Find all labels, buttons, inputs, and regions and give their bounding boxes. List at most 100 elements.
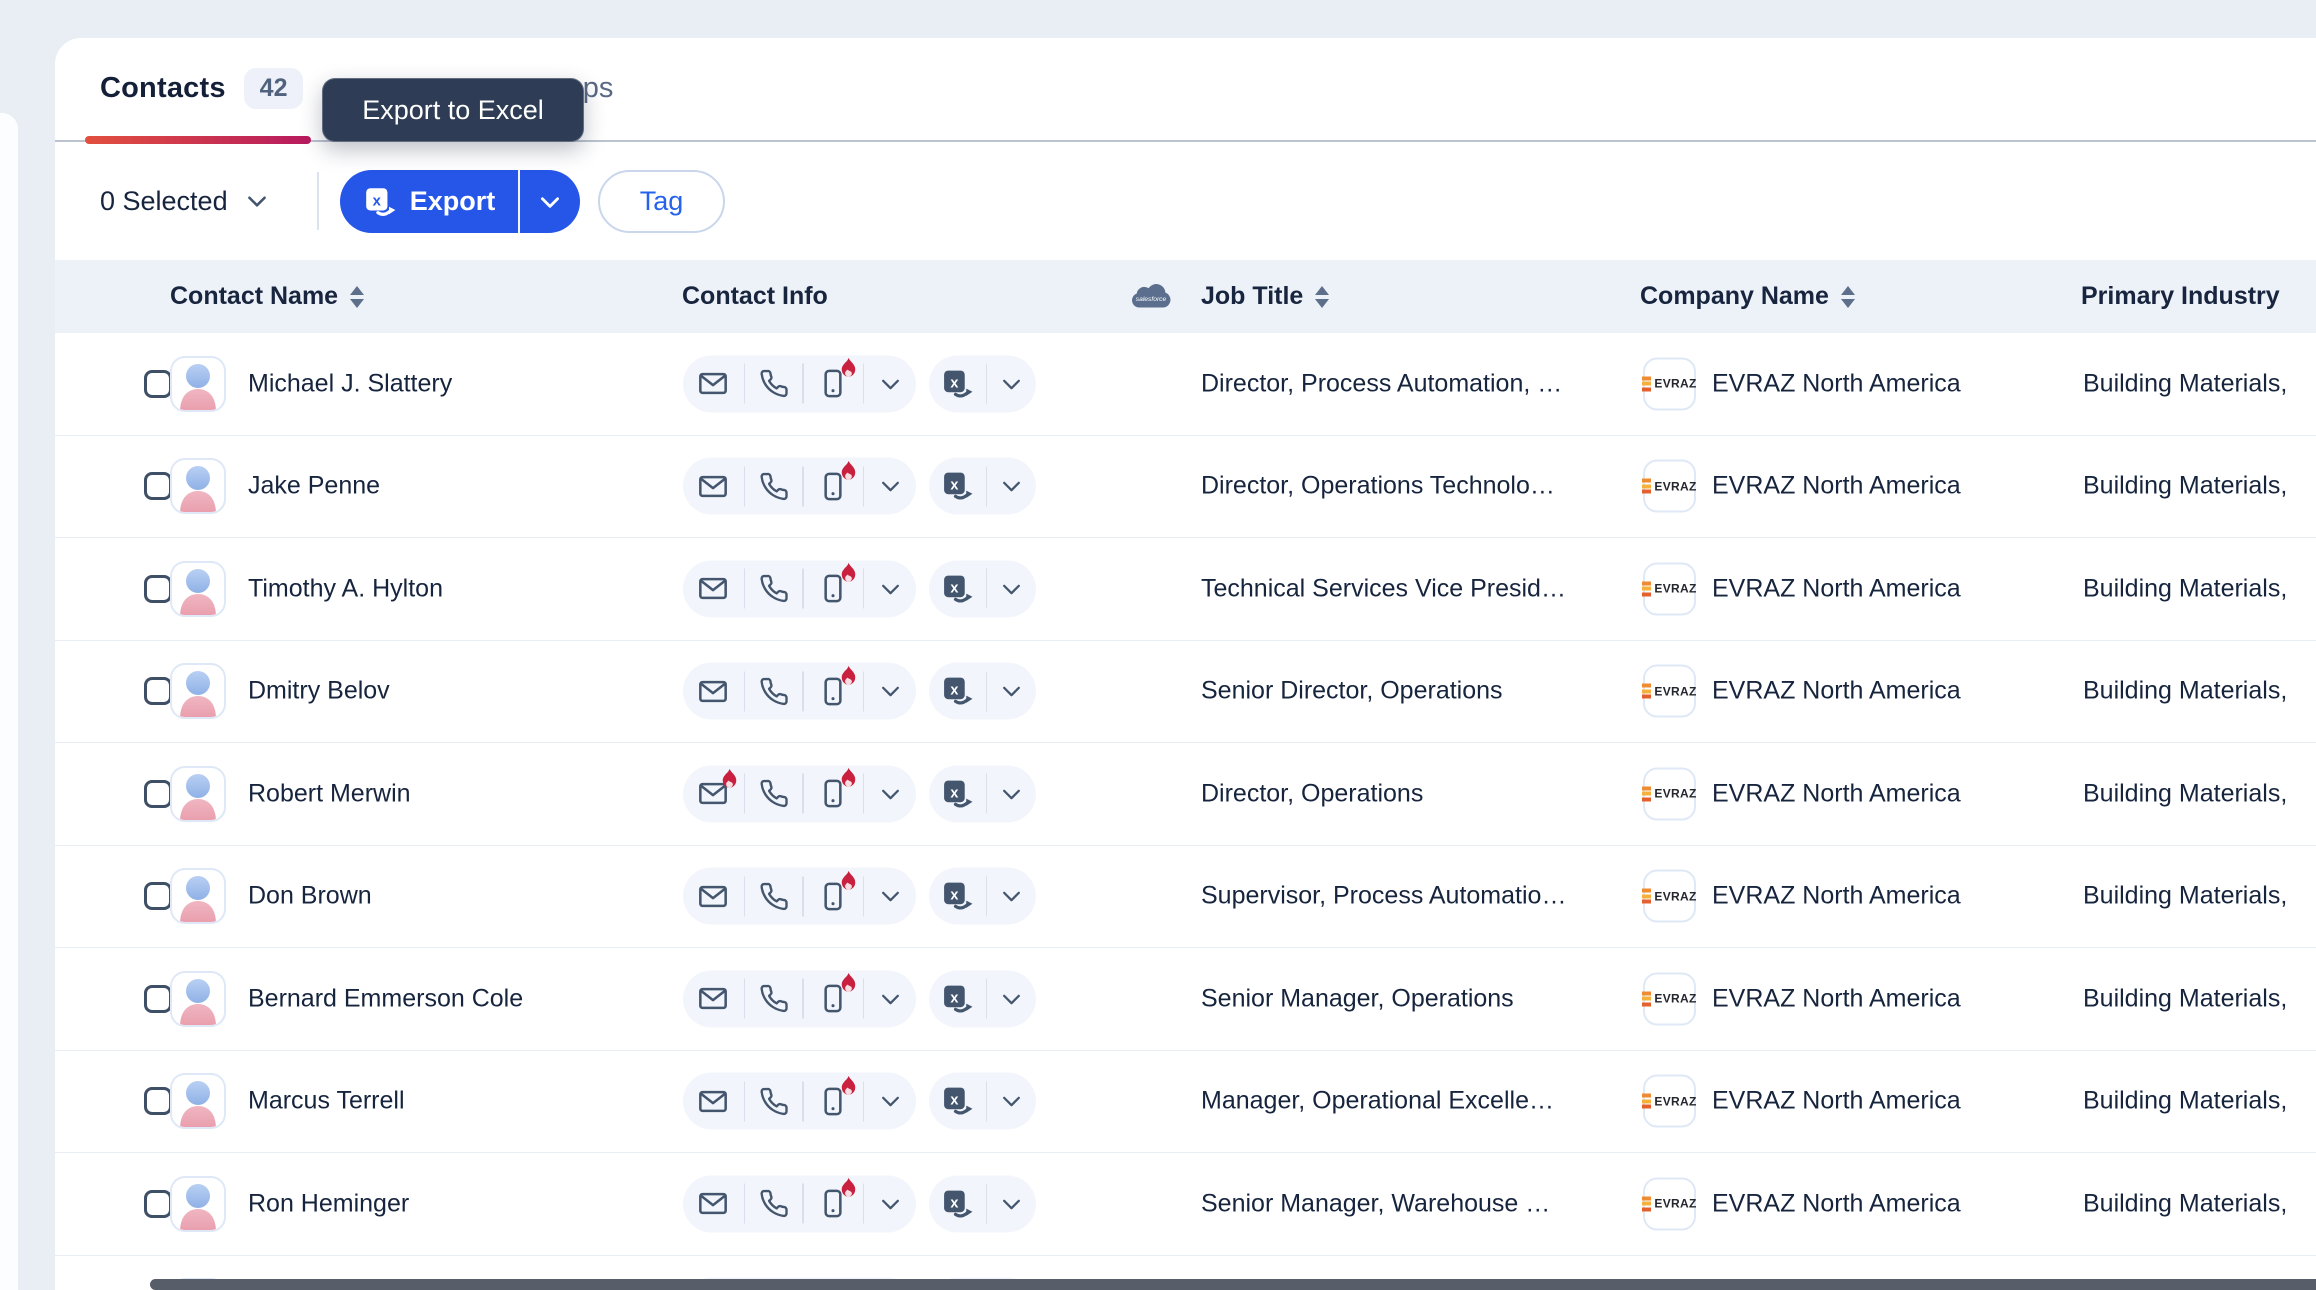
table-row: Michael J. Slattery x Director, Process … xyxy=(55,333,2316,435)
export-to-excel-icon[interactable]: x xyxy=(941,777,974,810)
export-to-excel-tooltip: Export to Excel xyxy=(322,78,584,142)
mobile-phone-icon[interactable] xyxy=(817,665,856,708)
chevron-down-icon[interactable] xyxy=(999,781,1024,806)
phone-icon[interactable] xyxy=(759,1086,789,1116)
email-icon[interactable] xyxy=(696,675,730,707)
mobile-phone-icon[interactable] xyxy=(817,768,856,811)
column-header-contact-name[interactable]: Contact Name xyxy=(170,260,365,333)
company-name[interactable]: EVRAZ North America xyxy=(1712,882,1961,911)
column-header-job-title[interactable]: Job Title xyxy=(1201,260,1330,333)
export-to-excel-icon[interactable]: x xyxy=(941,367,974,400)
company-name[interactable]: EVRAZ North America xyxy=(1712,472,1961,501)
export-to-excel-icon[interactable]: x xyxy=(941,1085,974,1118)
phone-icon[interactable] xyxy=(759,984,789,1014)
mobile-phone-icon[interactable] xyxy=(817,1075,856,1118)
export-to-excel-icon[interactable]: x xyxy=(941,572,974,605)
row-checkbox[interactable] xyxy=(144,472,172,501)
chevron-down-icon[interactable] xyxy=(999,576,1024,601)
svg-text:x: x xyxy=(372,193,381,209)
mobile-phone-icon[interactable] xyxy=(817,358,856,401)
chevron-down-icon[interactable] xyxy=(878,1089,903,1114)
row-checkbox[interactable] xyxy=(144,1189,172,1218)
chevron-down-icon[interactable] xyxy=(999,1191,1024,1216)
sort-arrows-icon[interactable] xyxy=(350,285,365,308)
export-to-excel-icon[interactable]: x xyxy=(941,880,974,913)
phone-icon[interactable] xyxy=(759,1189,789,1219)
phone-icon[interactable] xyxy=(759,881,789,911)
chevron-down-icon[interactable] xyxy=(999,986,1024,1011)
sort-arrows-icon[interactable] xyxy=(1840,285,1855,308)
contact-name[interactable]: Marcus Terrell xyxy=(248,1087,405,1116)
sort-arrows-icon[interactable] xyxy=(1315,285,1330,308)
row-checkbox[interactable] xyxy=(144,369,172,398)
contact-name[interactable]: Bernard Emmerson Cole xyxy=(248,984,523,1013)
export-to-excel-icon[interactable]: x xyxy=(941,1187,974,1220)
chevron-down-icon[interactable] xyxy=(878,781,903,806)
chevron-down-icon[interactable] xyxy=(999,371,1024,396)
selection-dropdown[interactable]: 0 Selected xyxy=(100,142,270,260)
company-name[interactable]: EVRAZ North America xyxy=(1712,1189,1961,1218)
column-header-primary-industry[interactable]: Primary Industry xyxy=(2081,260,2280,333)
chevron-down-icon[interactable] xyxy=(878,1191,903,1216)
phone-icon[interactable] xyxy=(759,574,789,604)
export-button[interactable]: x Export xyxy=(340,170,518,233)
row-checkbox[interactable] xyxy=(144,984,172,1013)
mobile-phone-icon[interactable] xyxy=(817,1178,856,1221)
company-name[interactable]: EVRAZ North America xyxy=(1712,779,1961,808)
tab-contacts[interactable]: Contacts 42 xyxy=(100,38,304,138)
mobile-phone-icon[interactable] xyxy=(817,870,856,913)
email-icon[interactable] xyxy=(696,470,730,502)
phone-icon[interactable] xyxy=(759,676,789,706)
mobile-phone-icon[interactable] xyxy=(817,973,856,1016)
company-name[interactable]: EVRAZ North America xyxy=(1712,1087,1961,1116)
chevron-down-icon[interactable] xyxy=(878,576,903,601)
contact-name[interactable]: Robert Merwin xyxy=(248,779,411,808)
email-icon[interactable] xyxy=(696,368,730,400)
export-button-label: Export xyxy=(409,186,496,216)
contact-name[interactable]: Dmitry Belov xyxy=(248,677,390,706)
company-name[interactable]: EVRAZ North America xyxy=(1712,677,1961,706)
export-to-excel-icon[interactable]: x xyxy=(941,470,974,503)
email-icon[interactable] xyxy=(696,573,730,605)
chevron-down-icon[interactable] xyxy=(999,884,1024,909)
company-name[interactable]: EVRAZ North America xyxy=(1712,369,1961,398)
chevron-down-icon[interactable] xyxy=(878,986,903,1011)
primary-industry: Building Materials, xyxy=(2083,471,2288,500)
email-icon[interactable] xyxy=(696,1085,730,1117)
chevron-down-icon[interactable] xyxy=(999,679,1024,704)
company-name[interactable]: EVRAZ North America xyxy=(1712,984,1961,1013)
contact-name[interactable]: Jake Penne xyxy=(248,472,380,501)
chevron-down-icon[interactable] xyxy=(878,884,903,909)
email-icon[interactable] xyxy=(696,983,730,1015)
email-icon[interactable] xyxy=(696,880,730,912)
phone-icon[interactable] xyxy=(759,471,789,501)
row-checkbox[interactable] xyxy=(144,1087,172,1116)
contact-info-actions xyxy=(683,457,916,515)
chevron-down-icon[interactable] xyxy=(999,474,1024,499)
chevron-down-icon[interactable] xyxy=(999,1089,1024,1114)
horizontal-scrollbar[interactable] xyxy=(150,1279,2316,1290)
contact-name[interactable]: Ron Heminger xyxy=(248,1189,409,1218)
chevron-down-icon[interactable] xyxy=(878,474,903,499)
tag-button[interactable]: Tag xyxy=(598,170,725,233)
phone-icon[interactable] xyxy=(759,779,789,809)
contact-name[interactable]: Timothy A. Hylton xyxy=(248,574,443,603)
email-icon[interactable] xyxy=(696,769,737,810)
column-header-company-name[interactable]: Company Name xyxy=(1640,260,1855,333)
export-to-excel-icon[interactable]: x xyxy=(941,982,974,1015)
email-icon[interactable] xyxy=(696,1188,730,1220)
contact-name[interactable]: Michael J. Slattery xyxy=(248,369,452,398)
contact-name[interactable]: Don Brown xyxy=(248,882,372,911)
row-checkbox[interactable] xyxy=(144,779,172,808)
chevron-down-icon[interactable] xyxy=(878,371,903,396)
mobile-phone-icon[interactable] xyxy=(817,460,856,503)
company-name[interactable]: EVRAZ North America xyxy=(1712,574,1961,603)
mobile-phone-icon[interactable] xyxy=(817,563,856,606)
row-checkbox[interactable] xyxy=(144,677,172,706)
export-to-excel-icon[interactable]: x xyxy=(941,675,974,708)
chevron-down-icon[interactable] xyxy=(878,679,903,704)
row-checkbox[interactable] xyxy=(144,574,172,603)
phone-icon[interactable] xyxy=(759,369,789,399)
row-checkbox[interactable] xyxy=(144,882,172,911)
export-options-button[interactable] xyxy=(520,170,580,233)
